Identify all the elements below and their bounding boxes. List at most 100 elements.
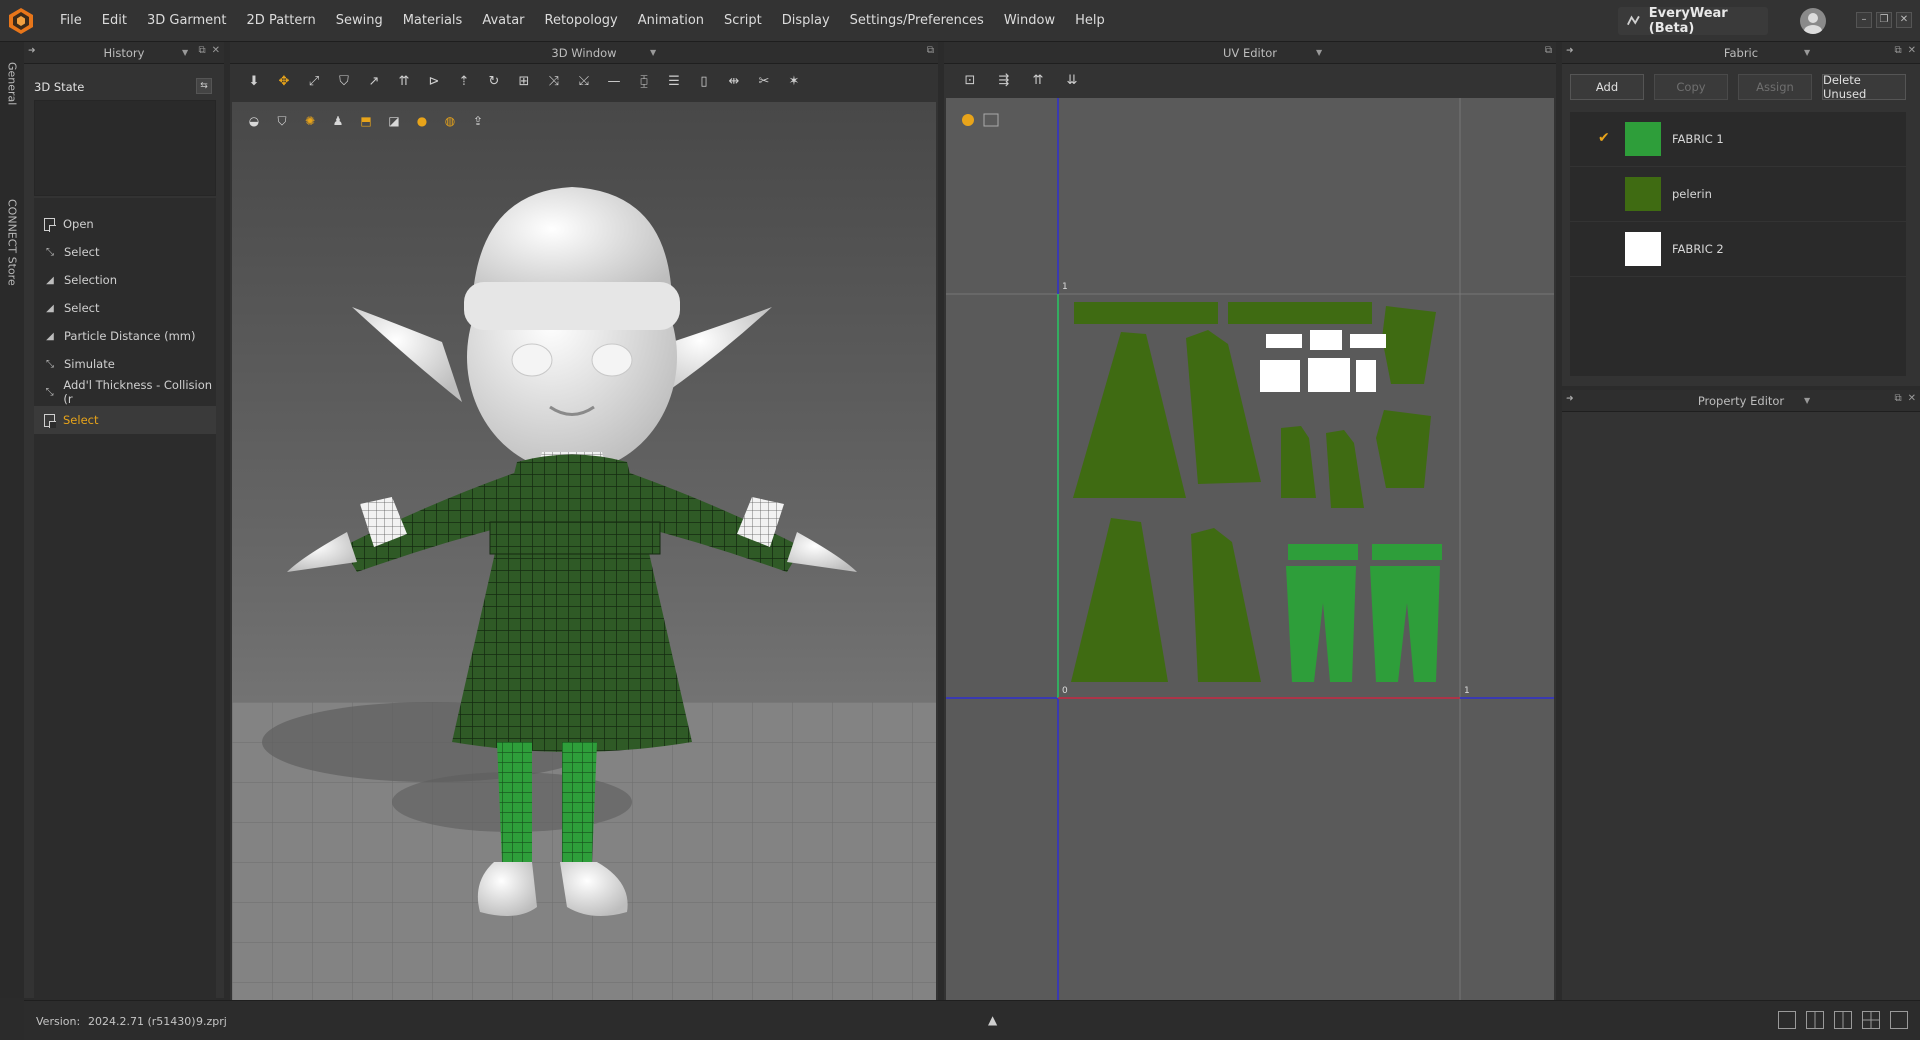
layout-custom-icon[interactable] bbox=[1890, 1011, 1908, 1029]
sewing-icon[interactable]: ⤨ bbox=[544, 72, 564, 92]
garment-icon[interactable]: ⛉ bbox=[334, 72, 354, 92]
panel-arrow-icon[interactable]: ➜ bbox=[1566, 394, 1574, 404]
fold-icon[interactable]: ⇈ bbox=[394, 72, 414, 92]
uv-fit-icon[interactable]: ⇈ bbox=[1028, 71, 1048, 91]
fabric-item[interactable]: pelerin bbox=[1570, 167, 1906, 222]
zipper-icon[interactable]: ⧮ bbox=[634, 72, 654, 92]
tab-general[interactable]: General bbox=[0, 54, 24, 114]
add-fabric-button[interactable]: Add bbox=[1570, 74, 1644, 100]
panel-arrow-icon[interactable]: ➜ bbox=[1566, 46, 1574, 56]
menu-window[interactable]: Window bbox=[994, 0, 1065, 42]
menu-3d-garment[interactable]: 3D Garment bbox=[137, 0, 237, 42]
menu-edit[interactable]: Edit bbox=[92, 0, 137, 42]
panel-controls: ⧉ ✕ bbox=[1894, 45, 1916, 56]
state-options-icon[interactable]: ⇆ bbox=[196, 78, 212, 94]
dropdown-icon[interactable]: ▼ bbox=[1316, 48, 1322, 57]
uv-editor-header: UV Editor ▼ ⧉ bbox=[944, 42, 1556, 64]
uv-unfold-icon[interactable]: ⇊ bbox=[1062, 71, 1082, 91]
menu-script[interactable]: Script bbox=[714, 0, 772, 42]
float-icon[interactable]: ⧉ bbox=[1894, 393, 1901, 404]
delete-unused-button[interactable]: Delete Unused bbox=[1822, 73, 1906, 101]
layout-single-icon[interactable] bbox=[1778, 1011, 1796, 1029]
line-icon[interactable]: — bbox=[604, 72, 624, 92]
everywear-button[interactable]: EveryWear (Beta) bbox=[1618, 6, 1768, 36]
float-icon[interactable]: ⧉ bbox=[1545, 45, 1552, 56]
tab-connect-store[interactable]: CONNECT Store bbox=[0, 172, 24, 312]
history-item[interactable]: ⤡ Simulate bbox=[34, 350, 216, 378]
split-icon[interactable]: ⇹ bbox=[724, 72, 744, 92]
history-item[interactable]: ⤡ Select bbox=[34, 238, 216, 266]
history-item[interactable]: Open bbox=[34, 210, 216, 238]
transform-icon[interactable]: ✥ bbox=[274, 72, 294, 92]
measure-icon[interactable]: ⊞ bbox=[514, 72, 534, 92]
menu-avatar[interactable]: Avatar bbox=[472, 0, 534, 42]
menu-retopology[interactable]: Retopology bbox=[535, 0, 628, 42]
menu-file[interactable]: File bbox=[50, 0, 92, 42]
history-item[interactable]: ◢ Selection bbox=[34, 266, 216, 294]
dropdown-icon[interactable]: ▼ bbox=[650, 48, 656, 57]
dropdown-icon[interactable]: ▼ bbox=[1804, 48, 1810, 57]
minimize-icon[interactable]: – bbox=[1856, 12, 1872, 28]
edit-curve-icon[interactable]: ↗ bbox=[364, 72, 384, 92]
side-vertical-tabs: General CONNECT Store bbox=[0, 42, 24, 998]
fabric-item[interactable]: ✔ FABRIC 1 bbox=[1570, 112, 1906, 167]
fabric-swatch[interactable] bbox=[1625, 177, 1661, 211]
avatar-pose-icon[interactable]: ✶ bbox=[784, 72, 804, 92]
layout-quad-icon[interactable] bbox=[1862, 1011, 1880, 1029]
user-avatar-icon[interactable] bbox=[1800, 8, 1826, 34]
menu-settings[interactable]: Settings/Preferences bbox=[840, 0, 994, 42]
uv-canvas[interactable]: 1 0 1 bbox=[946, 98, 1554, 1000]
dropdown-icon[interactable]: ▼ bbox=[182, 48, 188, 57]
select-move-icon[interactable]: ⬇ bbox=[244, 72, 264, 92]
close-icon[interactable]: ✕ bbox=[1908, 45, 1916, 56]
menu-materials[interactable]: Materials bbox=[393, 0, 473, 42]
layout-three-icon[interactable] bbox=[1834, 1011, 1852, 1029]
restore-icon[interactable]: ❐ bbox=[1876, 12, 1892, 28]
panel-controls: ⧉ ✕ bbox=[1894, 393, 1916, 404]
tack-icon[interactable]: ⊳ bbox=[424, 72, 444, 92]
float-icon[interactable]: ⧉ bbox=[1894, 45, 1901, 56]
menu-display[interactable]: Display bbox=[772, 0, 840, 42]
3d-window-panel: 3D Window ▼ ⧉ ⬇ ✥ ⤢ ⛉ ↗ ⇈ ⊳ ⇡ ↻ ⊞ ⤨ ⤩ — … bbox=[230, 42, 938, 1000]
fabric-swatch[interactable] bbox=[1625, 232, 1661, 266]
history-item[interactable]: ⤡ Add'l Thickness - Collision (r bbox=[34, 378, 216, 406]
close-icon[interactable]: ✕ bbox=[1908, 393, 1916, 404]
3d-toolbar: ⬇ ✥ ⤢ ⛉ ↗ ⇈ ⊳ ⇡ ↻ ⊞ ⤨ ⤩ — ⧮ ☰ ▯ ⇹ ✂ ✶ bbox=[230, 64, 938, 100]
edit-pattern-icon[interactable]: ⤢ bbox=[304, 72, 324, 92]
menu-animation[interactable]: Animation bbox=[628, 0, 714, 42]
tape-icon[interactable]: ☰ bbox=[664, 72, 684, 92]
menu-help[interactable]: Help bbox=[1065, 0, 1115, 42]
strap-icon[interactable]: ▯ bbox=[694, 72, 714, 92]
fabric-list: ✔ FABRIC 1 pelerin FABRIC 2 bbox=[1570, 112, 1906, 376]
cut-icon[interactable]: ✂ bbox=[754, 72, 774, 92]
dropdown-icon[interactable]: ▼ bbox=[1804, 396, 1810, 405]
layout-icons bbox=[1778, 1011, 1908, 1029]
expand-up-icon[interactable]: ▲ bbox=[988, 1013, 997, 1027]
uv-layout bbox=[946, 98, 1554, 1000]
fabric-item[interactable]: FABRIC 2 bbox=[1570, 222, 1906, 277]
close-icon[interactable]: ✕ bbox=[212, 45, 220, 56]
menu-2d-pattern[interactable]: 2D Pattern bbox=[237, 0, 326, 42]
pin-icon[interactable]: ⇡ bbox=[454, 72, 474, 92]
app-logo-icon[interactable] bbox=[6, 6, 36, 36]
fabric-swatch[interactable] bbox=[1625, 122, 1661, 156]
uv-axis-one-top: 1 bbox=[1062, 282, 1068, 292]
assign-fabric-button[interactable]: Assign bbox=[1738, 74, 1812, 100]
everywear-label: EveryWear (Beta) bbox=[1648, 6, 1728, 36]
history-item[interactable]: ◢ Particle Distance (mm) bbox=[34, 322, 216, 350]
copy-fabric-button[interactable]: Copy bbox=[1654, 74, 1728, 100]
segment-sew-icon[interactable]: ⤩ bbox=[574, 72, 594, 92]
uv-snapshot-icon[interactable]: ⊡ bbox=[960, 71, 980, 91]
history-item-active[interactable]: Select bbox=[34, 406, 216, 434]
close-icon[interactable]: ✕ bbox=[1896, 12, 1912, 28]
uv-toolbar: ⊡ ⇶ ⇈ ⇊ bbox=[944, 64, 1556, 98]
float-icon[interactable]: ⧉ bbox=[198, 45, 205, 56]
panel-arrow-icon[interactable]: ➜ bbox=[28, 46, 36, 56]
float-icon[interactable]: ⧉ bbox=[927, 45, 934, 56]
menu-sewing[interactable]: Sewing bbox=[326, 0, 393, 42]
layout-split-icon[interactable] bbox=[1806, 1011, 1824, 1029]
fold-arrange-icon[interactable]: ↻ bbox=[484, 72, 504, 92]
uv-arrange-icon[interactable]: ⇶ bbox=[994, 71, 1014, 91]
history-item[interactable]: ◢ Select bbox=[34, 294, 216, 322]
3d-viewport[interactable]: ◒ ⛉ ✺ ♟ ⬒ ◪ ● ◍ ⇪ bbox=[232, 102, 936, 1000]
